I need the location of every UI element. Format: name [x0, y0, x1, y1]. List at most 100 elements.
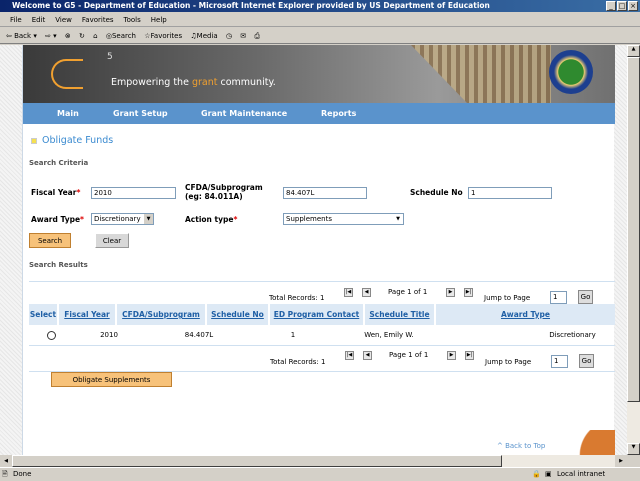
fiscal-year-input[interactable]: 2010	[91, 187, 176, 199]
menu-help[interactable]: Help	[151, 16, 167, 24]
col-program-contact[interactable]: ED Program Contact	[270, 304, 365, 325]
maximize-button[interactable]: □	[617, 1, 627, 11]
logo-5: 5	[107, 52, 113, 62]
cell-cfda: 84.407L	[184, 331, 214, 339]
prev-page-icon[interactable]: ◀	[363, 351, 372, 360]
go-button[interactable]: Go	[578, 290, 593, 304]
tagline-post: community.	[217, 77, 276, 88]
banner: 5 Empowering the grant community.	[23, 45, 615, 103]
action-type-value: Supplements	[286, 215, 332, 223]
col-fiscal-year[interactable]: Fiscal Year	[59, 304, 117, 325]
col-schedule-title[interactable]: Schedule Title	[365, 304, 436, 325]
prev-page-icon[interactable]: ◀	[362, 288, 371, 297]
menu-view[interactable]: View	[55, 16, 72, 24]
row-select-radio[interactable]	[47, 331, 56, 340]
total-records: Total Records: 1	[269, 294, 325, 302]
action-type-select[interactable]: Supplements ▼	[283, 213, 404, 225]
col-select: Select	[29, 304, 59, 325]
search-results-heading: Search Results	[29, 261, 88, 269]
minimize-button[interactable]: _	[606, 1, 616, 11]
zone-text: Local intranet	[557, 470, 606, 478]
forward-button[interactable]: ⇨ ▾	[45, 32, 57, 40]
home-icon[interactable]: ⌂	[93, 32, 97, 40]
window-title: Welcome to G5 - Department of Education …	[0, 0, 640, 12]
tagline: Empowering the grant community.	[111, 77, 276, 88]
first-page-icon[interactable]: |◀	[344, 288, 353, 297]
menu-tools[interactable]: Tools	[124, 16, 141, 24]
cell-schedule-no: 1	[290, 331, 296, 339]
menu-file[interactable]: File	[10, 16, 22, 24]
required-marker: *	[76, 188, 81, 197]
schedule-no-label: Schedule No	[410, 188, 463, 197]
stop-icon[interactable]: ⊗	[65, 32, 71, 40]
print-icon[interactable]: ⎙	[254, 32, 260, 40]
jump-page-input-bottom[interactable]: 1	[551, 355, 568, 368]
nav-main[interactable]: Main	[57, 103, 79, 124]
status-bar: 🗎 Done 🔒 ▣ Local intranet	[0, 467, 640, 480]
award-type-select[interactable]: Discretionary ▼	[91, 213, 154, 225]
horizontal-scrollbar[interactable]: ◀ ▶	[0, 455, 627, 467]
search-button[interactable]: Search	[29, 233, 71, 248]
back-button[interactable]: ⇦ Back ▾	[6, 32, 37, 40]
cfda-hint: (eg: 84.011A)	[185, 192, 243, 201]
jump-to-page-label-bottom: Jump to Page	[485, 358, 532, 366]
scroll-thumb[interactable]	[627, 57, 640, 402]
last-page-icon[interactable]: ▶|	[464, 288, 473, 297]
first-page-icon[interactable]: |◀	[345, 351, 354, 360]
search-button[interactable]: ◎Search	[106, 32, 136, 40]
corner-decoration	[563, 430, 615, 455]
content: 5 Empowering the grant community. Main G…	[22, 45, 615, 455]
department-seal	[549, 50, 593, 94]
scroll-up-icon[interactable]: ▲	[627, 45, 640, 57]
menu-favorites[interactable]: Favorites	[82, 16, 114, 24]
go-button-bottom[interactable]: Go	[579, 354, 594, 368]
search-label: Search	[111, 32, 136, 40]
divider	[29, 345, 615, 346]
mail-icon[interactable]: ✉	[240, 32, 246, 40]
back-to-top-link[interactable]: ^ Back to Top	[497, 442, 545, 450]
required-marker: *	[80, 215, 84, 224]
nav-grant-setup[interactable]: Grant Setup	[113, 103, 168, 124]
schedule-no-input[interactable]: 1	[468, 187, 552, 199]
cfda-label-text: CFDA/Subprogram	[185, 183, 263, 192]
jump-page-input[interactable]: 1	[550, 291, 567, 304]
action-type-text: Action type	[185, 215, 234, 224]
refresh-icon[interactable]: ↻	[79, 32, 85, 40]
close-button[interactable]: ×	[628, 1, 638, 11]
nav-grant-maintenance[interactable]: Grant Maintenance	[201, 103, 287, 124]
cfda-label: CFDA/Subprogram (eg: 84.011A)	[185, 183, 263, 201]
award-type-text: Award Type	[31, 215, 81, 224]
next-page-icon[interactable]: ▶	[446, 288, 455, 297]
scroll-right-icon[interactable]: ▶	[615, 455, 627, 467]
clear-button[interactable]: Clear	[95, 233, 129, 248]
col-award-type[interactable]: Award Type	[436, 304, 615, 325]
nav-reports[interactable]: Reports	[321, 103, 356, 124]
vertical-scrollbar[interactable]: ▲ ▼	[627, 45, 640, 455]
favorites-button[interactable]: ☆Favorites	[144, 32, 182, 40]
cfda-input[interactable]: 84.407L	[283, 187, 367, 199]
intranet-icon: ▣	[545, 470, 552, 478]
main-nav: Main Grant Setup Grant Maintenance Repor…	[23, 103, 615, 124]
cell-award-type: Discretionary	[549, 331, 596, 339]
next-page-icon[interactable]: ▶	[447, 351, 456, 360]
last-page-icon[interactable]: ▶|	[465, 351, 474, 360]
search-criteria-heading: Search Criteria	[29, 159, 89, 167]
scroll-left-icon[interactable]: ◀	[0, 455, 12, 467]
menu-edit[interactable]: Edit	[32, 16, 46, 24]
fiscal-year-text: Fiscal Year	[31, 188, 77, 197]
jump-to-page-label: Jump to Page	[484, 294, 531, 302]
chevron-down-icon[interactable]: ▼	[396, 214, 400, 224]
history-icon[interactable]: ◷	[226, 32, 232, 40]
chevron-down-icon[interactable]: ▼	[144, 214, 153, 224]
media-button[interactable]: ♫Media	[190, 32, 217, 40]
obligate-supplements-button[interactable]: Obligate Supplements	[51, 372, 172, 387]
cell-fiscal-year: 2010	[100, 331, 118, 339]
col-cfda[interactable]: CFDA/Subprogram	[117, 304, 207, 325]
scroll-down-icon[interactable]: ▼	[627, 443, 640, 455]
library-image	[411, 45, 551, 103]
scroll-thumb-horizontal[interactable]	[12, 455, 502, 467]
cell-program-contact: Wen, Emily W.	[364, 331, 414, 339]
total-records-bottom: Total Records: 1	[270, 358, 326, 366]
g5-logo	[51, 59, 83, 89]
col-schedule-no[interactable]: Schedule No	[207, 304, 270, 325]
